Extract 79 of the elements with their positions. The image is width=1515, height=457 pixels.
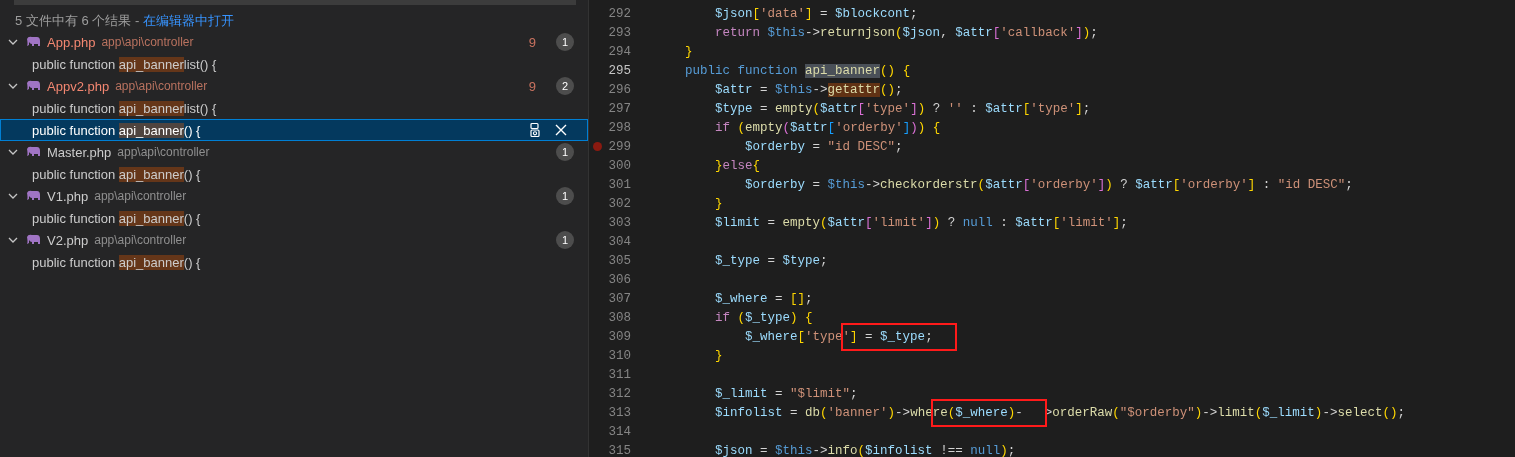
code-line: $attr = $this->getattr();: [714, 82, 903, 97]
code-line: $orderby = $this->checkorderstr($attr['orderby']) ? $attr['orderby'] : "id DESC";: [744, 177, 1353, 192]
file-name: V2.php: [47, 232, 89, 248]
problem-count: 9: [528, 78, 536, 94]
line-number: 299: [607, 139, 631, 154]
search-result-row[interactable]: public function api_bannerlist() {: [0, 97, 588, 119]
line-number: 303: [607, 215, 631, 230]
match-count-badge: 1: [556, 187, 574, 205]
line-number: 309: [607, 329, 631, 344]
search-result-row[interactable]: public function api_banner() {: [0, 207, 588, 229]
line-number: 314: [607, 424, 631, 439]
file-path: app\api\controller: [94, 189, 187, 203]
file-name: App.php: [47, 34, 96, 50]
problem-count: 9: [528, 34, 536, 50]
match-count-badge: 1: [556, 143, 574, 161]
match-count-badge: 1: [556, 33, 574, 51]
line-number: 301: [607, 177, 631, 192]
line-number: 298: [607, 120, 631, 135]
results-summary: 5 文件中有 6 个结果 -: [15, 11, 141, 30]
code-line: $json = $this->info($infolist !== null);: [714, 443, 1016, 457]
match-line-text: public function api_banner() {: [32, 210, 201, 226]
search-result-row[interactable]: public function api_banner() {: [0, 163, 588, 185]
match-line-text: public function api_banner() {: [32, 254, 201, 270]
line-number: 312: [607, 386, 631, 401]
file-path: app\api\controller: [94, 233, 187, 247]
match-line-text: public function api_bannerlist() {: [32, 100, 217, 116]
match-line-text: public function api_bannerlist() {: [32, 56, 217, 72]
file-path: app\api\controller: [115, 79, 208, 93]
code-line: if (empty($attr['orderby'])) {: [714, 120, 941, 135]
code-line: $_type = $type;: [714, 253, 828, 268]
code-line: $json['data'] = $blockcont;: [714, 6, 918, 21]
file-path: app\api\controller: [117, 145, 210, 159]
line-number: 293: [607, 25, 631, 40]
code-line: $orderby = "id DESC";: [744, 139, 903, 154]
elephant-icon: [25, 234, 41, 246]
line-number: 307: [607, 291, 631, 306]
elephant-icon: [25, 190, 41, 202]
search-result-row[interactable]: public function api_banner() {: [0, 119, 588, 141]
line-number: 294: [607, 44, 631, 59]
code-line: $_limit = "$limit";: [714, 386, 858, 401]
line-number: 297: [607, 101, 631, 116]
line-number: 304: [607, 234, 631, 249]
match-count-badge: 1: [556, 231, 574, 249]
code-line: }: [714, 348, 723, 363]
match-line-text: public function api_banner() {: [32, 122, 201, 138]
search-result-row[interactable]: public function api_bannerlist() {: [0, 53, 588, 75]
line-number: 306: [607, 272, 631, 287]
match-line-text: public function api_banner() {: [32, 166, 201, 182]
replace-icon[interactable]: [527, 122, 543, 138]
code-line: }: [714, 196, 723, 211]
line-number: 311: [607, 367, 631, 382]
code-line: $type = empty($attr['type']) ? '' : $attr['type'];: [714, 101, 1091, 116]
line-number: 296: [607, 82, 631, 97]
line-number: 313: [607, 405, 631, 420]
line-number: 295: [607, 63, 631, 78]
code-line: $_where = [];: [714, 291, 813, 306]
line-number: 315: [607, 443, 631, 457]
elephant-icon: [25, 80, 41, 92]
line-number: 292: [607, 6, 631, 21]
file-name: V1.php: [47, 188, 89, 204]
file-name: Master.php: [47, 144, 112, 160]
line-number: 305: [607, 253, 631, 268]
elephant-icon: [25, 146, 41, 158]
line-number: 308: [607, 310, 631, 325]
code-line: }: [684, 44, 693, 59]
close-icon[interactable]: [553, 122, 569, 138]
search-result-row[interactable]: public function api_banner() {: [0, 251, 588, 273]
code-line: $limit = empty($attr['limit']) ? null : $attr['limit'];: [714, 215, 1128, 230]
line-number: 300: [607, 158, 631, 173]
line-number: 310: [607, 348, 631, 363]
open-in-editor-link[interactable]: 在编辑器中打开: [142, 11, 234, 30]
file-name: Appv2.php: [47, 78, 110, 94]
line-number: 302: [607, 196, 631, 211]
match-count-badge: 2: [556, 77, 574, 95]
elephant-icon: [25, 36, 41, 48]
code-line: public function api_banner() {: [684, 63, 911, 78]
code-line: }else{: [714, 158, 761, 173]
file-path: app\api\controller: [101, 35, 194, 49]
code-line: return $this->returnjson($json, $attr['callback']);: [714, 25, 1098, 40]
